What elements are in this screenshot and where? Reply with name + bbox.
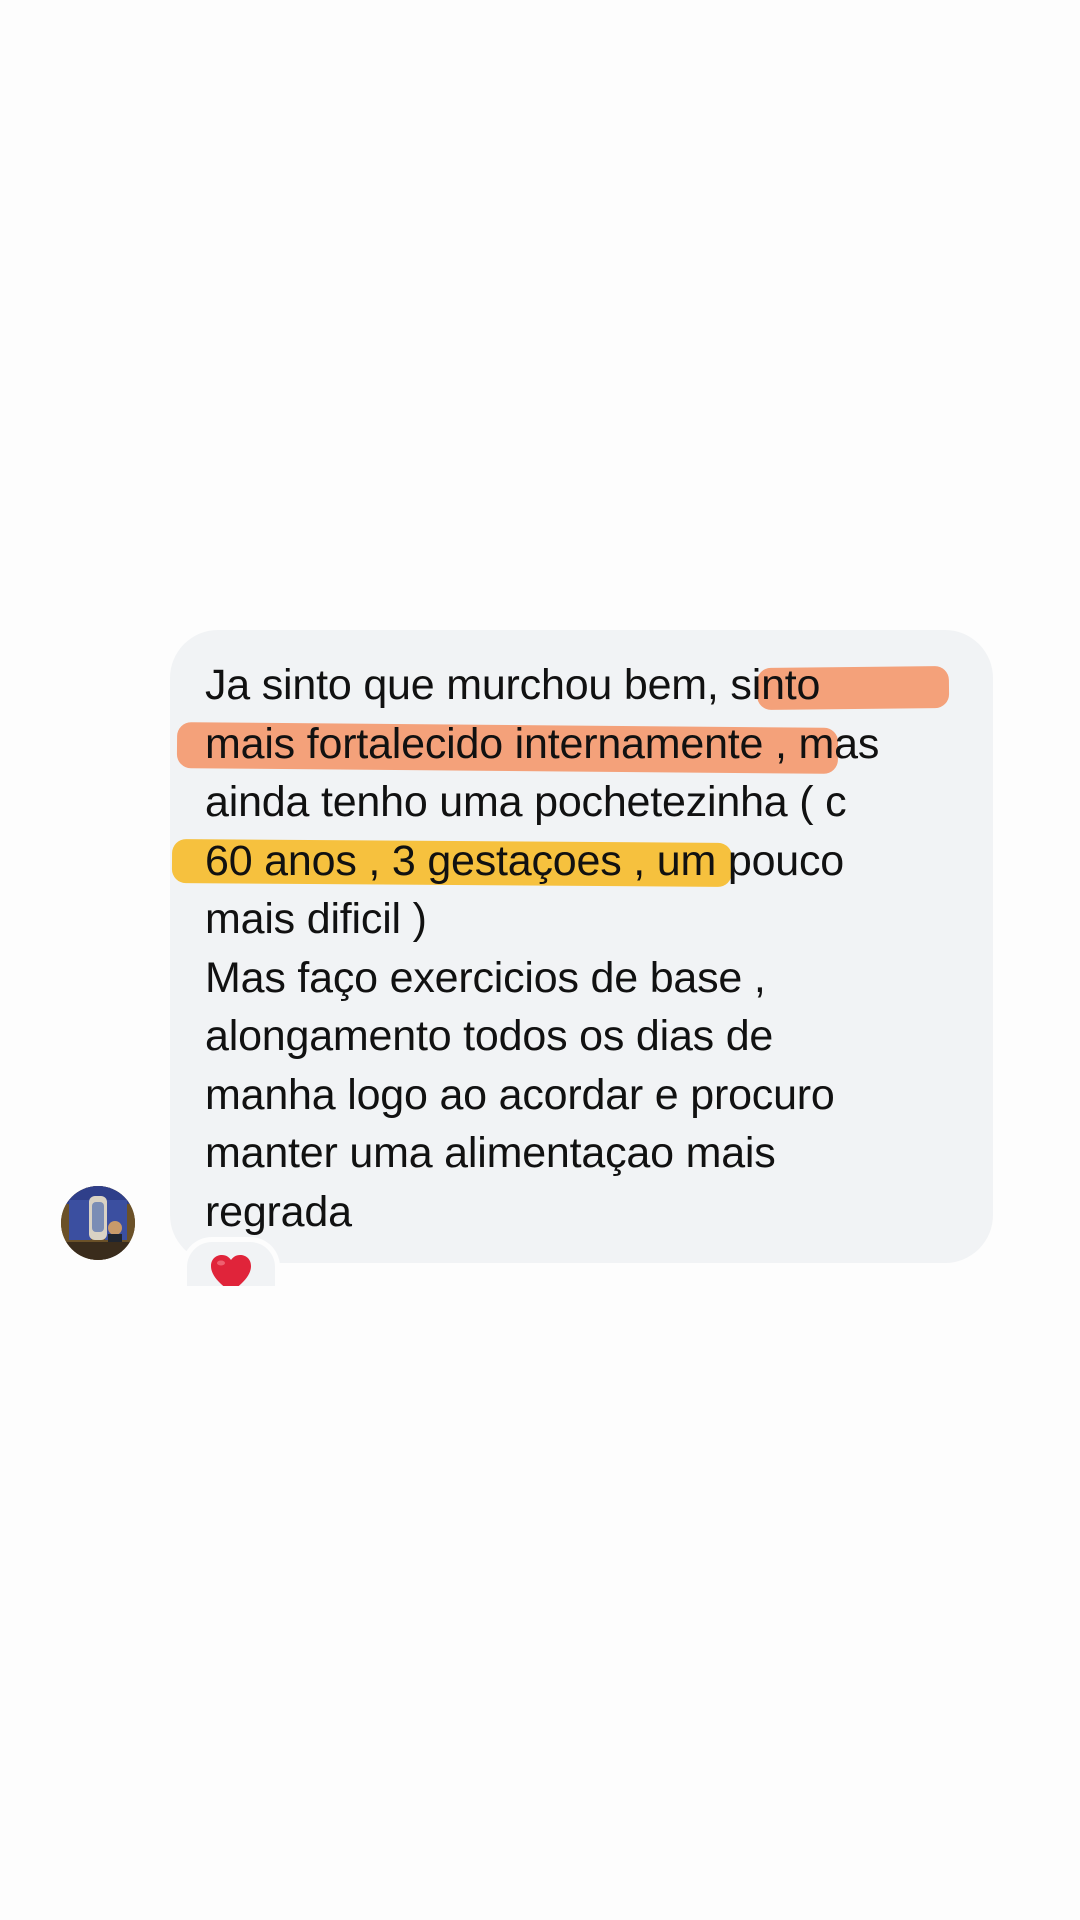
- message-line: ainda tenho uma pochetezinha ( c: [205, 778, 847, 826]
- message-line: alongamento todos os dias de: [205, 1012, 774, 1060]
- heart-icon: [211, 1255, 251, 1286]
- message-line: 60 anos , 3 gestaçoes , um pouco: [205, 836, 845, 885]
- message-line: manha logo ao acordar e procuro: [205, 1070, 835, 1119]
- message-line: regrada: [205, 1187, 352, 1236]
- message-line: Ja sinto que murchou bem, sinto: [205, 661, 821, 709]
- message-line: Mas faço exercicios de base ,: [205, 953, 766, 1002]
- avatar-image: [61, 1186, 135, 1260]
- avatar[interactable]: [61, 1186, 135, 1260]
- message-line: mais fortalecido internamente , mas: [205, 719, 880, 768]
- message-line: mais dificil ): [205, 895, 427, 943]
- reaction-badge[interactable]: [182, 1237, 280, 1286]
- message-line: manter uma alimentaçao mais: [205, 1129, 776, 1177]
- message-text: Ja sinto que murchou bem, sinto mais for…: [205, 656, 995, 1241]
